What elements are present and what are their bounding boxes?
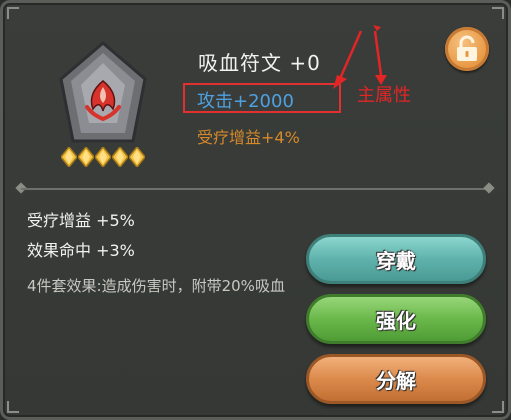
- star-icon: [129, 147, 145, 167]
- wear-button[interactable]: 穿戴: [306, 234, 486, 284]
- panel-corner: [7, 7, 19, 19]
- panel-corner: [492, 7, 504, 19]
- star-icon: [112, 147, 128, 167]
- star-rating: [61, 147, 145, 167]
- star-icon: [61, 147, 77, 167]
- rune-icon: [59, 41, 147, 143]
- set-effect-text: 4件套效果:造成伤害时，附带20%吸血: [27, 277, 285, 295]
- panel-corner: [492, 401, 504, 413]
- unlock-button[interactable]: [445, 27, 489, 71]
- strengthen-button[interactable]: 强化: [306, 294, 486, 344]
- divider: [21, 188, 493, 190]
- secondary-main-attribute: 受疗增益+4%: [197, 128, 300, 147]
- divider-cap: [483, 182, 495, 194]
- star-icon: [95, 147, 111, 167]
- rune-name: 吸血符文 +0: [198, 51, 321, 75]
- rune-detail-panel: 吸血符文 +0 攻击+2000 受疗增益+4% 主属性 受疗增益 +5% 效果命…: [0, 0, 511, 420]
- panel-corner: [7, 401, 19, 413]
- stat-line: 受疗增益 +5%: [27, 211, 135, 230]
- decompose-button[interactable]: 分解: [306, 354, 486, 404]
- stat-line: 效果命中 +3%: [27, 241, 135, 260]
- star-icon: [78, 147, 94, 167]
- annotation-label: 主属性: [357, 85, 411, 106]
- unlock-icon: [457, 35, 477, 61]
- main-attribute: 攻击+2000: [197, 91, 294, 112]
